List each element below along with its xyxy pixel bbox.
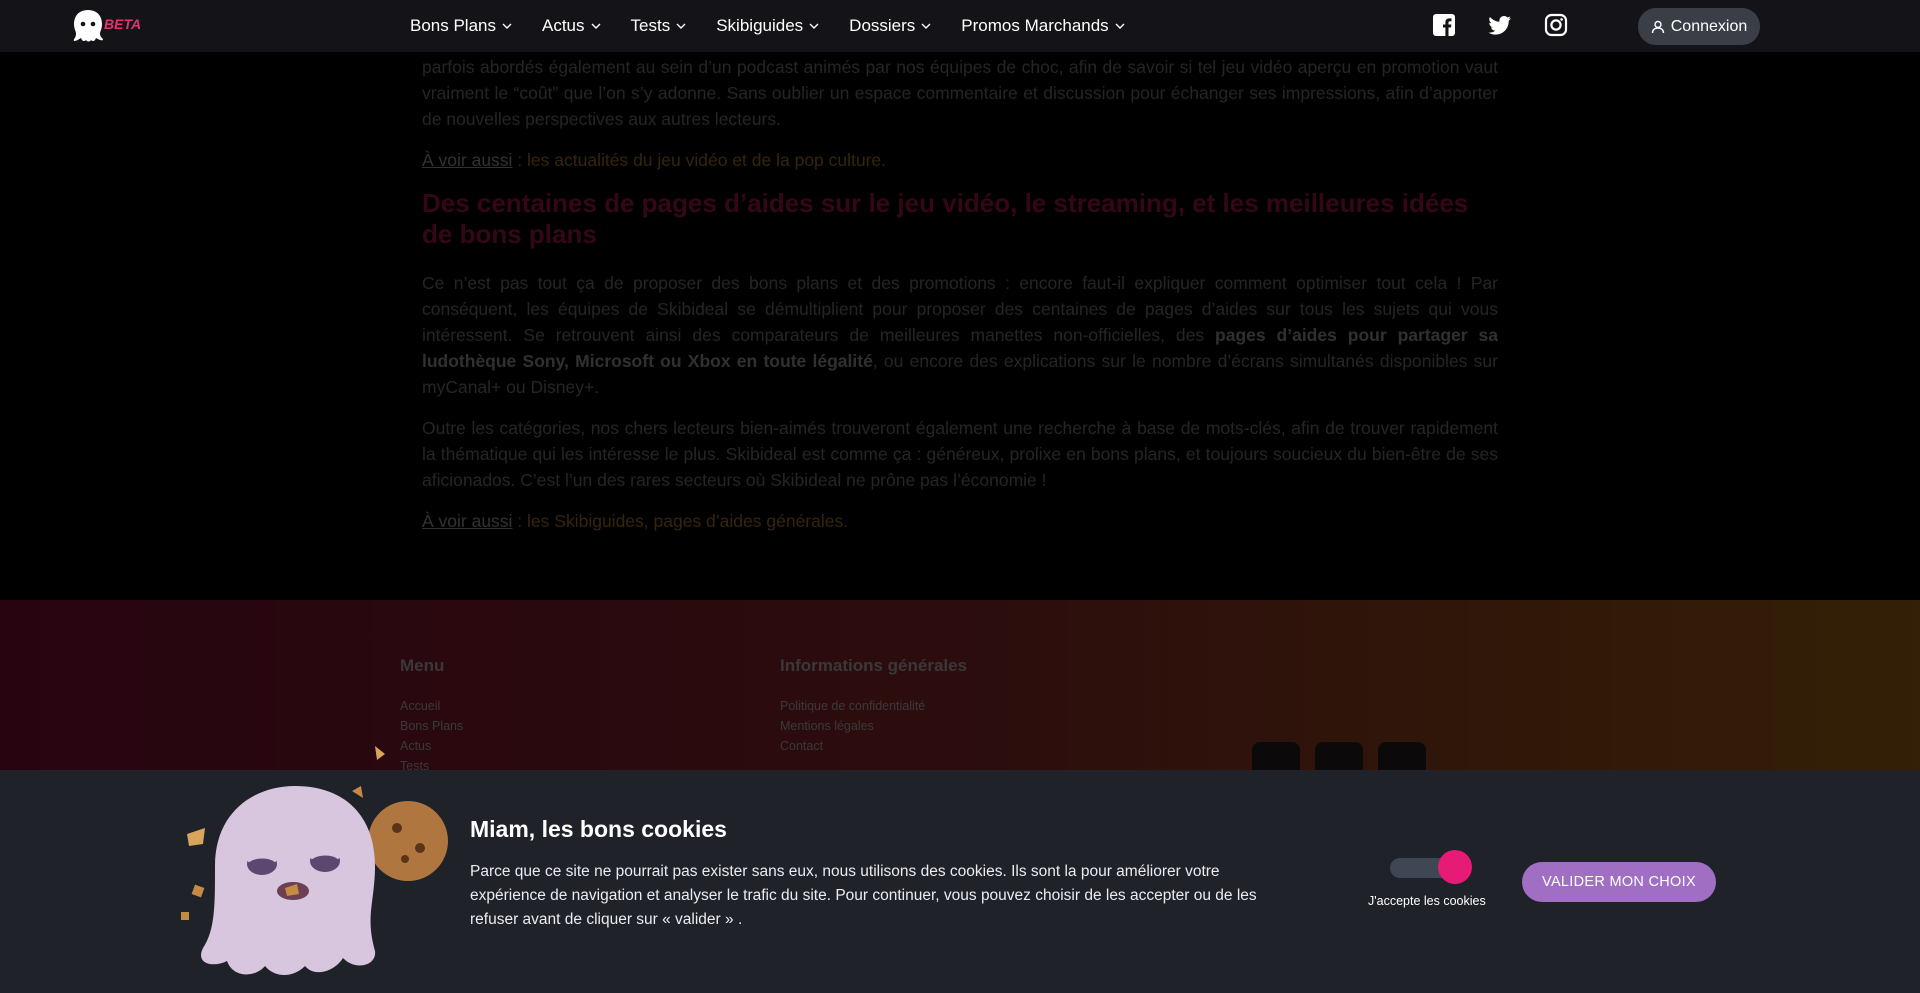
article-paragraph: Ce n’est pas tout ça de proposer des bon… bbox=[422, 270, 1498, 400]
instagram-icon[interactable] bbox=[1544, 13, 1568, 37]
nav-bons-plans[interactable]: Bons Plans bbox=[410, 16, 512, 36]
nav-tests[interactable]: Tests bbox=[631, 16, 687, 36]
see-also-link-skibiguides[interactable]: les Skibiguides, pages d’aides générales… bbox=[527, 511, 848, 531]
footer-menu-title: Menu bbox=[400, 656, 445, 675]
user-icon bbox=[1651, 20, 1664, 33]
see-also-label: À voir aussi bbox=[422, 511, 513, 531]
footer-link[interactable]: Politique de confidentialité bbox=[780, 696, 967, 716]
chevron-down-icon bbox=[1115, 23, 1125, 29]
footer-info-title: Informations générales bbox=[780, 656, 968, 675]
section-heading: Des centaines de pages d’aides sur le je… bbox=[422, 188, 1469, 249]
chevron-down-icon bbox=[921, 23, 931, 29]
nav-skibiguides[interactable]: Skibiguides bbox=[716, 16, 819, 36]
nav-label: Actus bbox=[542, 16, 585, 35]
chevron-down-icon bbox=[502, 23, 512, 29]
footer-link[interactable]: Mentions légales bbox=[780, 716, 967, 736]
see-also-separator: : bbox=[512, 150, 528, 170]
article-content: parfois abordés également au sein d’un p… bbox=[422, 0, 1498, 549]
article-paragraph: Outre les catégories, nos chers lecteurs… bbox=[422, 418, 1498, 490]
login-label: Connexion bbox=[1670, 17, 1748, 35]
nav-label: Bons Plans bbox=[410, 16, 496, 35]
nav-promos-marchands[interactable]: Promos Marchands bbox=[961, 16, 1125, 36]
chevron-down-icon bbox=[591, 23, 601, 29]
see-also-link-news[interactable]: les actualités du jeu vidéo et de la pop… bbox=[527, 150, 886, 170]
chevron-down-icon bbox=[809, 23, 819, 29]
beta-badge: BETA bbox=[104, 16, 142, 32]
nav-actus[interactable]: Actus bbox=[542, 16, 601, 36]
facebook-icon[interactable] bbox=[1432, 13, 1456, 37]
twitter-icon[interactable] bbox=[1488, 13, 1512, 37]
accept-cookies-toggle[interactable] bbox=[1390, 850, 1472, 886]
octopus-mascot-icon bbox=[181, 746, 448, 975]
footer-info: Informations générales Politique de conf… bbox=[780, 656, 967, 756]
see-also-separator: : bbox=[512, 511, 528, 531]
nav-label: Promos Marchands bbox=[961, 16, 1109, 35]
chevron-down-icon bbox=[676, 23, 686, 29]
accept-cookies-label: J'accepte les cookies bbox=[1368, 894, 1486, 908]
see-also-2: À voir aussi : les Skibiguides, pages d’… bbox=[422, 508, 1498, 534]
footer-link[interactable]: Contact bbox=[780, 736, 967, 756]
skibideal-logo-icon[interactable] bbox=[70, 8, 106, 44]
cookie-banner: Miam, les bons cookies Parce que ce site… bbox=[0, 746, 1920, 993]
nav-dossiers[interactable]: Dossiers bbox=[849, 16, 931, 36]
social-links bbox=[1432, 13, 1568, 37]
footer-link[interactable]: Accueil bbox=[400, 696, 463, 716]
see-also-label: À voir aussi bbox=[422, 150, 513, 170]
main-nav: Bons Plans Actus Tests Skibiguides Dossi… bbox=[410, 0, 1155, 52]
cookie-text: Parce que ce site ne pourrait pas existe… bbox=[470, 863, 1257, 928]
nav-label: Tests bbox=[630, 16, 671, 35]
cookie-title: Miam, les bons cookies bbox=[470, 816, 727, 842]
toggle-knob bbox=[1438, 850, 1472, 884]
validate-choice-button[interactable]: VALIDER MON CHOIX bbox=[1522, 862, 1716, 902]
login-button[interactable]: Connexion bbox=[1638, 8, 1760, 45]
nav-label: Dossiers bbox=[849, 16, 916, 35]
article-paragraph: parfois abordés également au sein d’un p… bbox=[422, 57, 1498, 129]
top-navbar: BETA Bons Plans Actus Tests Skibiguides … bbox=[0, 0, 1920, 52]
nav-label: Skibiguides bbox=[716, 16, 804, 35]
see-also-1: À voir aussi : les actualités du jeu vid… bbox=[422, 147, 1498, 173]
